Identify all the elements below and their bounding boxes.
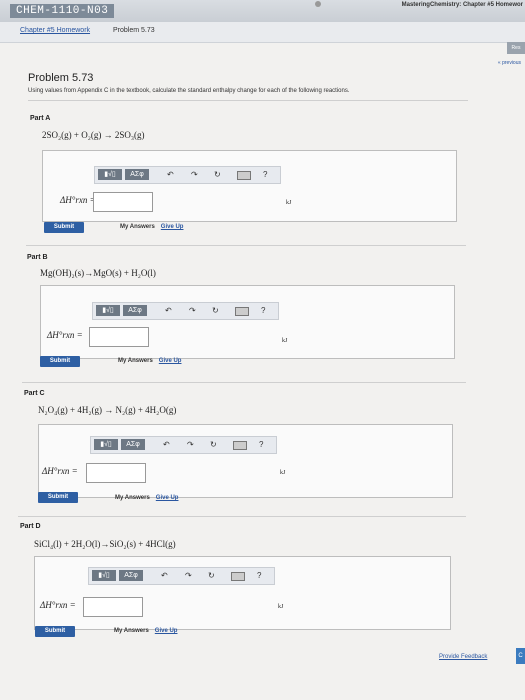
part-d: Part D: [20, 523, 41, 530]
answer-box-part-b: [40, 285, 455, 359]
problem-title: Problem 5.73: [28, 72, 94, 84]
part-b: Part B: [27, 254, 48, 261]
undo-icon[interactable]: ↶: [161, 571, 168, 580]
undo-icon[interactable]: ↶: [165, 306, 172, 315]
my-answers-link[interactable]: My Answers: [114, 628, 149, 634]
give-up-link[interactable]: Give Up: [155, 628, 178, 634]
greek-button[interactable]: ΑΣφ: [125, 169, 149, 180]
math-toolbar-part-c: ▮√▯ ΑΣφ ↶ ↷ ↻ ?: [90, 436, 277, 454]
give-up-link[interactable]: Give Up: [161, 224, 184, 230]
matrix-button[interactable]: ▮√▯: [92, 570, 116, 581]
delta-h-label: ΔH°rxn =: [40, 600, 76, 610]
redo-icon[interactable]: ↷: [189, 306, 196, 315]
answer-links-part-c: My Answers Give Up: [115, 495, 178, 501]
answer-input-part-b[interactable]: [89, 327, 149, 347]
help-icon[interactable]: ?: [261, 306, 265, 315]
unit-label: kJ: [278, 604, 284, 610]
equation-part-d: SiCl₄(l) + 2H₂O(l)→SiO₂(s) + 4HCl(g): [34, 539, 176, 549]
resources-button[interactable]: Res: [507, 42, 525, 54]
greek-button[interactable]: ΑΣφ: [121, 439, 145, 450]
part-a: Part A: [30, 115, 50, 122]
problem-instructions: Using values from Appendix C in the text…: [28, 88, 350, 94]
answer-links-part-a: My Answers Give Up: [120, 224, 183, 230]
undo-icon[interactable]: ↶: [167, 170, 174, 179]
help-icon[interactable]: ?: [263, 170, 267, 179]
greek-button[interactable]: ΑΣφ: [123, 305, 147, 316]
keyboard-icon[interactable]: [233, 441, 247, 450]
provide-feedback-link[interactable]: Provide Feedback: [439, 654, 487, 660]
part-c: Part C: [24, 390, 45, 397]
equation-part-a: 2SO₂(g) + O₂(g) → 2SO₃(g): [42, 130, 145, 140]
help-icon[interactable]: ?: [259, 440, 263, 449]
answer-links-part-d: My Answers Give Up: [114, 628, 177, 634]
camera-dot: [315, 1, 321, 7]
matrix-button[interactable]: ▮√▯: [96, 305, 120, 316]
math-toolbar-part-d: ▮√▯ ΑΣφ ↶ ↷ ↻ ?: [88, 567, 275, 585]
part-label: Part B: [27, 254, 48, 261]
nav-row: Chapter #5 Homework Problem 5.73 Res: [0, 22, 525, 54]
submit-button-part-a[interactable]: Submit: [44, 222, 84, 233]
unit-label: kJ: [282, 338, 288, 344]
part-label: Part A: [30, 115, 51, 122]
answer-input-part-c[interactable]: [86, 463, 146, 483]
give-up-link[interactable]: Give Up: [159, 358, 182, 364]
my-answers-link[interactable]: My Answers: [115, 495, 150, 501]
equation-part-c: N₂O₄(g) + 4H₂(g) → N₂(g) + 4H₂O(g): [38, 405, 177, 415]
my-answers-link[interactable]: My Answers: [118, 358, 153, 364]
app-title: MasteringChemistry: Chapter #5 Homewor: [401, 2, 523, 8]
give-up-link[interactable]: Give Up: [156, 495, 179, 501]
answer-links-part-b: My Answers Give Up: [118, 358, 181, 364]
answer-input-part-a[interactable]: [93, 192, 153, 212]
submit-button-part-d[interactable]: Submit: [35, 626, 75, 637]
keyboard-icon[interactable]: [235, 307, 249, 316]
submit-button-part-b[interactable]: Submit: [40, 356, 80, 367]
corner-button[interactable]: C: [516, 648, 525, 664]
math-toolbar-part-a: ▮√▯ ΑΣφ ↶ ↷ ↻ ?: [94, 166, 281, 184]
my-answers-link[interactable]: My Answers: [120, 224, 155, 230]
redo-icon[interactable]: ↷: [185, 571, 192, 580]
math-toolbar-part-b: ▮√▯ ΑΣφ ↶ ↷ ↻ ?: [92, 302, 279, 320]
reset-icon[interactable]: ↻: [214, 170, 221, 179]
top-bar: CHEM-1110-N03 MasteringChemistry: Chapte…: [0, 0, 525, 22]
help-icon[interactable]: ?: [257, 571, 261, 580]
course-title: CHEM-1110-N03: [10, 4, 115, 18]
part-label: Part D: [20, 523, 41, 530]
greek-button[interactable]: ΑΣφ: [119, 570, 143, 581]
reset-icon[interactable]: ↻: [208, 571, 215, 580]
divider: [22, 382, 466, 383]
reset-icon[interactable]: ↻: [212, 306, 219, 315]
unit-label: kJ: [280, 470, 286, 476]
undo-icon[interactable]: ↶: [163, 440, 170, 449]
keyboard-icon[interactable]: [231, 572, 245, 581]
matrix-button[interactable]: ▮√▯: [98, 169, 122, 180]
divider: [18, 516, 466, 517]
keyboard-icon[interactable]: [237, 171, 251, 180]
equation-part-b: Mg(OH)₂(s)→MgO(s) + H₂O(l): [40, 268, 156, 278]
reset-icon[interactable]: ↻: [210, 440, 217, 449]
breadcrumb-homework[interactable]: Chapter #5 Homework: [20, 27, 90, 34]
matrix-button[interactable]: ▮√▯: [94, 439, 118, 450]
previous-link[interactable]: « previous: [498, 60, 521, 66]
divider: [26, 245, 466, 246]
part-label: Part C: [24, 390, 45, 397]
problem-tab[interactable]: Problem 5.73: [113, 27, 155, 34]
delta-h-label: ΔH°rxn =: [47, 330, 83, 340]
submit-button-part-c[interactable]: Submit: [38, 492, 78, 503]
delta-h-label: ΔH°rxn =: [42, 466, 78, 476]
redo-icon[interactable]: ↷: [191, 170, 198, 179]
delta-h-label: ΔH°rxn =: [60, 195, 96, 205]
unit-label: kJ: [286, 200, 292, 206]
divider: [28, 100, 468, 101]
redo-icon[interactable]: ↷: [187, 440, 194, 449]
answer-input-part-d[interactable]: [83, 597, 143, 617]
